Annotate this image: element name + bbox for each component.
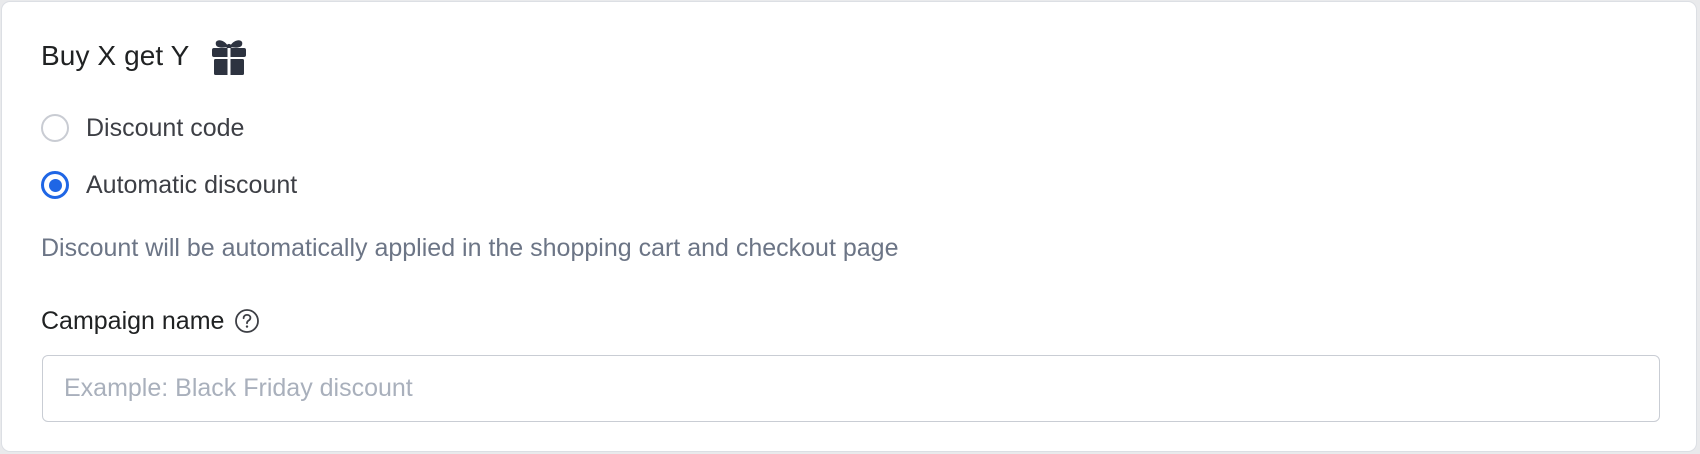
gift-icon	[207, 34, 251, 78]
campaign-name-input[interactable]	[42, 355, 1660, 422]
discount-settings-card: Buy X get Y Discount code Automatic disc…	[1, 1, 1697, 452]
radio-label-discount-code: Discount code	[86, 113, 245, 142]
campaign-name-label: Campaign name	[41, 306, 225, 335]
campaign-name-label-row: Campaign name	[41, 304, 260, 338]
radio-button-checked[interactable]	[41, 171, 69, 199]
radio-label-automatic-discount: Automatic discount	[86, 170, 298, 199]
question-circle-icon[interactable]	[234, 308, 260, 334]
automatic-discount-help-text: Discount will be automatically applied i…	[41, 234, 899, 262]
radio-discount-code[interactable]: Discount code	[41, 111, 244, 145]
section-header: Buy X get Y	[41, 34, 251, 78]
radio-button-unchecked[interactable]	[41, 114, 69, 142]
section-title: Buy X get Y	[41, 40, 190, 71]
radio-automatic-discount[interactable]: Automatic discount	[41, 168, 297, 202]
